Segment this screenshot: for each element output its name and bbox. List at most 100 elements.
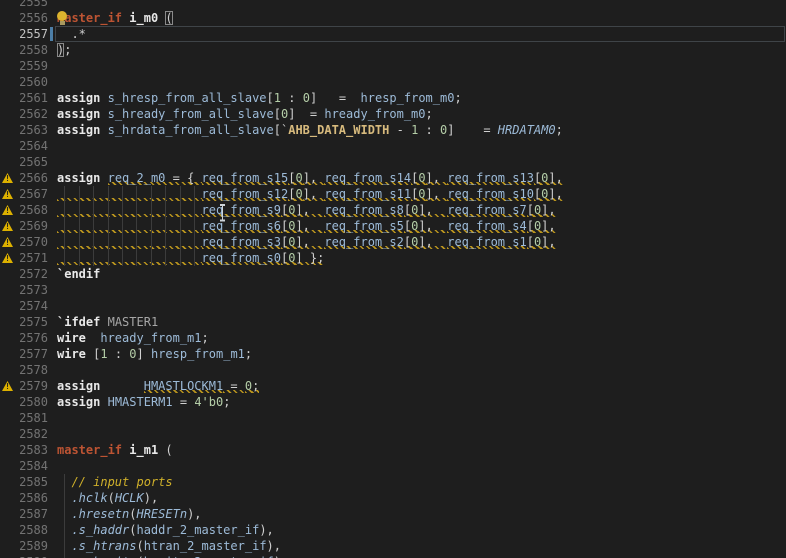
line-number[interactable]: 2577 bbox=[19, 347, 48, 361]
line-number[interactable]: 2556 bbox=[19, 11, 48, 25]
code-token[interactable]: ], bbox=[541, 235, 555, 249]
line-number[interactable]: 2585 bbox=[19, 475, 48, 489]
code-token[interactable]: ; bbox=[223, 395, 230, 409]
code-token[interactable]: HMASTERM1 bbox=[108, 395, 173, 409]
code-token[interactable]: ] }; bbox=[295, 251, 324, 265]
code-line[interactable]: !2571 req_from_s0[0] }; bbox=[0, 250, 786, 266]
code-line[interactable]: 2582 bbox=[0, 426, 786, 442]
gutter-cell[interactable]: 2584 bbox=[0, 458, 48, 474]
code-line[interactable]: 2559 bbox=[0, 58, 786, 74]
code-line[interactable]: 2581 bbox=[0, 410, 786, 426]
code-token[interactable]: ], bbox=[295, 219, 324, 233]
code-token[interactable]: .hresetn bbox=[71, 507, 129, 521]
gutter-cell[interactable]: !2566 bbox=[0, 170, 48, 186]
line-number[interactable]: 2583 bbox=[19, 443, 48, 457]
code-token[interactable] bbox=[86, 331, 100, 345]
code-text[interactable]: req_from_s9[0], req_from_s8[0], req_from… bbox=[57, 202, 556, 218]
code-line[interactable]: 2588 .s_haddr(haddr_2_master_if), bbox=[0, 522, 786, 538]
line-number[interactable]: 2557 bbox=[19, 27, 48, 41]
code-token[interactable]: `ifdef bbox=[57, 315, 100, 329]
code-line[interactable]: 2563assign s_hrdata_from_all_slave[`AHB_… bbox=[0, 122, 786, 138]
code-token[interactable]: ; bbox=[454, 91, 461, 105]
code-token[interactable]: = bbox=[173, 395, 195, 409]
code-line[interactable]: 2562assign s_hready_from_all_slave[0] = … bbox=[0, 106, 786, 122]
code-token[interactable]: = bbox=[223, 379, 245, 393]
line-number[interactable]: 2574 bbox=[19, 299, 48, 313]
code-token[interactable]: ], bbox=[303, 171, 325, 185]
code-line[interactable]: !2569 req_from_s6[0], req_from_s5[0], re… bbox=[0, 218, 786, 234]
code-token[interactable]: ] bbox=[137, 347, 151, 361]
code-token[interactable]: ], bbox=[426, 187, 448, 201]
code-line[interactable]: !2566assign req_2_m0 = { req_from_s15[0]… bbox=[0, 170, 786, 186]
line-number[interactable]: 2582 bbox=[19, 427, 48, 441]
gutter-cell[interactable]: 2565 bbox=[0, 154, 48, 170]
code-token[interactable]: req_from_s14 bbox=[324, 171, 411, 185]
line-number[interactable]: 2570 bbox=[19, 235, 48, 249]
code-line[interactable]: 2577wire [1 : 0] hresp_from_m1; bbox=[0, 346, 786, 362]
code-token[interactable]: haddr_2_master_if bbox=[136, 523, 259, 537]
code-token[interactable]: : bbox=[418, 123, 440, 137]
code-token[interactable]: req_from_s12 bbox=[202, 187, 289, 201]
code-token[interactable]: [ bbox=[527, 219, 534, 233]
code-line[interactable]: 2557 .* bbox=[0, 26, 786, 42]
code-token[interactable]: ], bbox=[295, 235, 324, 249]
code-token[interactable]: ] = bbox=[288, 107, 324, 121]
code-token[interactable]: HRDATAM0 bbox=[498, 123, 556, 137]
code-token[interactable]: [ bbox=[404, 203, 411, 217]
code-line[interactable]: 2590 .s_hwrite(hwrite_2_master_if) bbox=[0, 554, 786, 558]
gutter-cell[interactable]: 2563 bbox=[0, 122, 48, 138]
gutter-cell[interactable]: 2581 bbox=[0, 410, 48, 426]
code-line[interactable]: 2585 // input ports bbox=[0, 474, 786, 490]
line-number[interactable]: 2555 bbox=[19, 0, 48, 9]
line-number[interactable]: 2587 bbox=[19, 507, 48, 521]
code-token[interactable]: HMASTLOCKM1 bbox=[144, 379, 223, 393]
code-token[interactable]: HCLK bbox=[115, 491, 144, 505]
gutter-cell[interactable]: 2573 bbox=[0, 282, 48, 298]
code-token[interactable]: : bbox=[108, 347, 130, 361]
code-line[interactable]: 2576wire hready_from_m1; bbox=[0, 330, 786, 346]
gutter-cell[interactable]: !2569 bbox=[0, 218, 48, 234]
code-token[interactable]: [ bbox=[267, 91, 274, 105]
code-token[interactable]: req_from_s1 bbox=[447, 235, 526, 249]
code-token[interactable]: ], bbox=[418, 203, 447, 217]
line-number[interactable]: 2588 bbox=[19, 523, 48, 537]
gutter-cell[interactable]: 2589 bbox=[0, 538, 48, 554]
code-token[interactable]: ], bbox=[548, 171, 562, 185]
line-number[interactable]: 2584 bbox=[19, 459, 48, 473]
code-token[interactable]: req_2_m0 bbox=[108, 171, 166, 185]
code-token[interactable]: 0 bbox=[418, 187, 425, 201]
code-token[interactable]: s_hready_from_all_slave bbox=[108, 107, 274, 121]
code-token[interactable] bbox=[100, 91, 107, 105]
gutter-cell[interactable]: 2562 bbox=[0, 106, 48, 122]
line-number[interactable]: 2568 bbox=[19, 203, 48, 217]
code-token[interactable]: ] = bbox=[447, 123, 498, 137]
gutter-cell[interactable]: 2583 bbox=[0, 442, 48, 458]
code-token[interactable]: ; bbox=[556, 123, 563, 137]
code-text[interactable]: .hresetn(HRESETn), bbox=[57, 506, 202, 522]
code-token[interactable]: req_from_s7 bbox=[447, 203, 526, 217]
code-token[interactable]: req_from_s2 bbox=[324, 235, 403, 249]
line-number[interactable]: 2575 bbox=[19, 315, 48, 329]
code-token[interactable]: ), bbox=[144, 491, 158, 505]
code-text[interactable]: master_if i_m1 ( bbox=[57, 442, 173, 458]
line-number[interactable]: 2561 bbox=[19, 91, 48, 105]
code-token[interactable]: ], bbox=[541, 219, 555, 233]
code-token[interactable]: ; bbox=[64, 43, 71, 57]
gutter-cell[interactable]: 2577 bbox=[0, 346, 48, 362]
code-line[interactable]: 2578 bbox=[0, 362, 786, 378]
code-token[interactable]: master_if bbox=[57, 443, 122, 457]
gutter-cell[interactable]: 2586 bbox=[0, 490, 48, 506]
line-number[interactable]: 2562 bbox=[19, 107, 48, 121]
code-token[interactable]: wire bbox=[57, 331, 86, 345]
gutter-cell[interactable]: 2575 bbox=[0, 314, 48, 330]
gutter-cell[interactable]: 2558 bbox=[0, 42, 48, 58]
code-token[interactable]: ] = bbox=[310, 91, 361, 105]
code-text[interactable]: wire hready_from_m1; bbox=[57, 330, 209, 346]
code-text[interactable]: req_from_s6[0], req_from_s5[0], req_from… bbox=[57, 218, 556, 234]
code-token[interactable]: ( bbox=[158, 443, 172, 457]
code-token[interactable]: HRESETn bbox=[136, 507, 187, 521]
gutter-cell[interactable]: 2590 bbox=[0, 554, 48, 558]
code-token[interactable]: i_m1 bbox=[129, 443, 158, 457]
code-token[interactable]: [ bbox=[86, 347, 100, 361]
code-line[interactable]: 2586 .hclk(HCLK), bbox=[0, 490, 786, 506]
